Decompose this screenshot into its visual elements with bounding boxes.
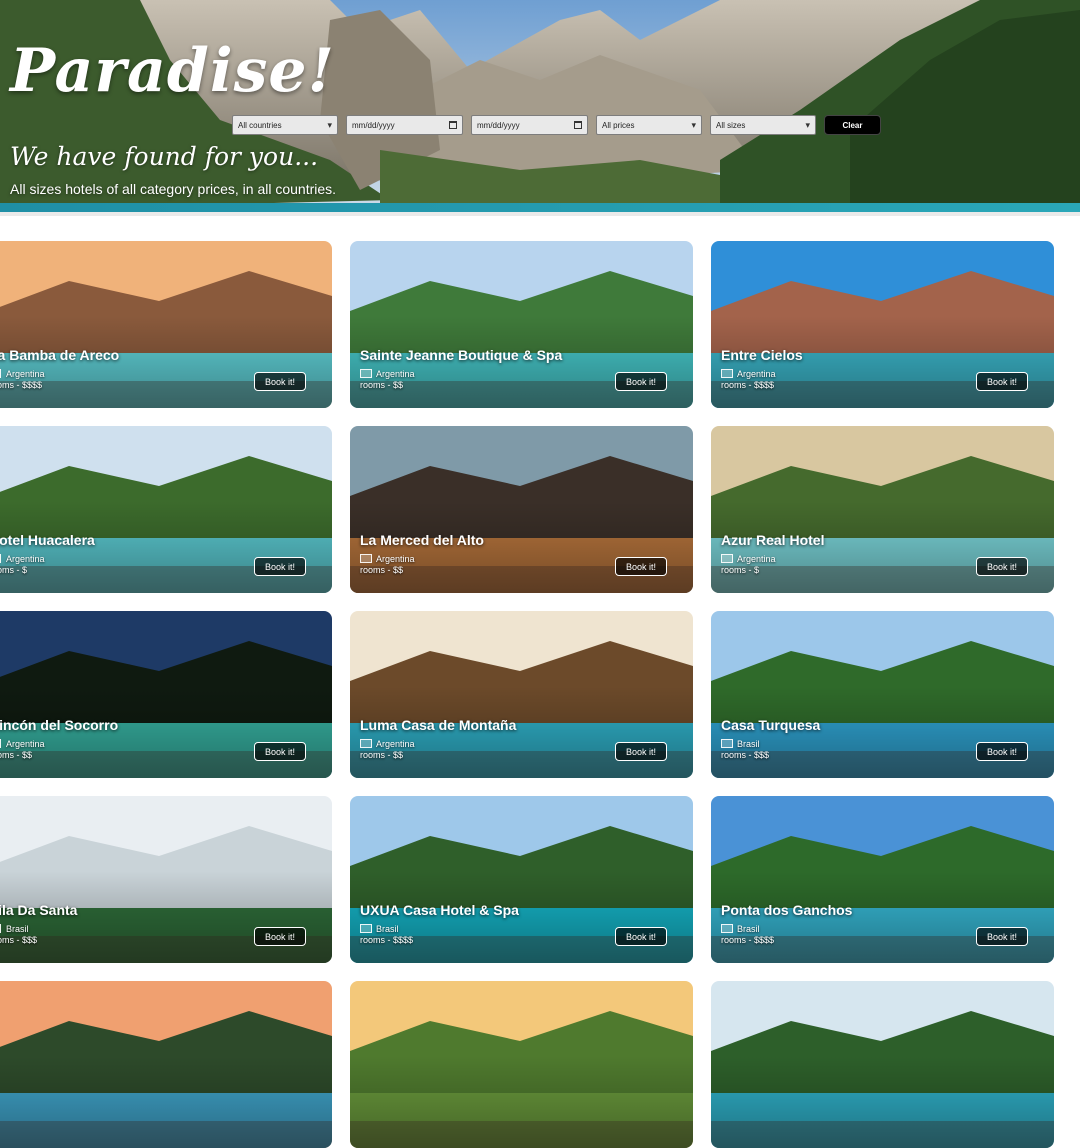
hotel-rooms-price: rooms - $$ (0, 750, 33, 760)
size-select[interactable]: All sizes ▾ (710, 115, 816, 135)
hotel-card[interactable]: Sainte Jeanne Boutique & Spa Argentina roo… (350, 241, 693, 408)
book-it-button[interactable]: Book it! (254, 927, 306, 946)
hotel-country: Argentina (376, 554, 415, 564)
photo-overlay (0, 981, 332, 1148)
hotel-rooms-price: rooms - $$$$ (721, 380, 775, 390)
flag-icon (0, 924, 1, 933)
hotel-card[interactable]: Vila Da Santa Brasilrooms - $$$ Book it! (0, 796, 332, 963)
hotel-rooms-price: rooms - $$$ (721, 750, 770, 760)
hotel-name: Casa Turquesa (721, 717, 821, 733)
country-select[interactable]: All countries ▾ (232, 115, 338, 135)
hotel-country: Brasil (737, 739, 760, 749)
flag-icon (360, 739, 372, 748)
book-it-button[interactable]: Book it! (615, 557, 667, 576)
book-it-button[interactable]: Book it! (976, 557, 1028, 576)
hotel-rooms-price: rooms - $$ (360, 380, 404, 390)
date-to-input[interactable]: mm/dd/yyyy (471, 115, 588, 135)
hotel-name: UXUA Casa Hotel & Spa (360, 902, 519, 918)
hotel-card[interactable]: UXUA Casa Hotel & Spa Brasil rooms - $$$$ B… (350, 796, 693, 963)
hotel-country: Brasil (6, 924, 29, 934)
book-it-button[interactable]: Book it! (976, 742, 1028, 761)
hotel-rooms-price: rooms - $$ (360, 750, 404, 760)
chevron-down-icon: ▾ (691, 119, 696, 130)
hotel-rooms-price: rooms - $ (721, 565, 760, 575)
flag-icon (721, 369, 733, 378)
hotel-card[interactable]: Rincón del Socorro Argentinarooms - $$ Boo… (0, 611, 332, 778)
photo-overlay (711, 981, 1054, 1148)
hotel-country: Argentina (737, 369, 776, 379)
hotel-country: Argentina (6, 554, 45, 564)
hotel-card[interactable] (0, 981, 332, 1148)
calendar-icon[interactable] (449, 121, 457, 129)
flag-icon (0, 739, 1, 748)
book-it-button[interactable]: Book it! (254, 372, 306, 391)
flag-icon (360, 554, 372, 563)
hero-subtitle: We have found for you... (10, 142, 319, 171)
country-select-value: All countries (238, 120, 282, 130)
photo-overlay (350, 981, 693, 1148)
hotel-rooms-price: rooms - $$$$ (721, 935, 775, 945)
hotel-rooms-price: rooms - $$ (360, 565, 404, 575)
book-it-button[interactable]: Book it! (976, 372, 1028, 391)
price-select-value: All prices (602, 120, 635, 130)
hotel-name: Hotel Huacalera (0, 532, 95, 548)
hotel-name: Rincón del Socorro (0, 717, 119, 733)
brand-logo-text: Paradise! (10, 36, 335, 106)
hotel-country: Argentina (6, 369, 45, 379)
book-it-button[interactable]: Book it! (615, 742, 667, 761)
clear-filters-button[interactable]: Clear (824, 115, 881, 135)
flag-icon (360, 924, 372, 933)
flag-icon (0, 554, 1, 563)
hotel-name: Azur Real Hotel (721, 532, 825, 548)
book-it-button[interactable]: Book it! (976, 927, 1028, 946)
price-select[interactable]: All prices ▾ (596, 115, 702, 135)
hotel-name: Ponta dos Ganchos (721, 902, 853, 918)
book-it-button[interactable]: Book it! (615, 372, 667, 391)
date-to-placeholder: mm/dd/yyyy (477, 120, 520, 130)
hotel-card[interactable]: Hotel Huacalera Argentinarooms - $ Book it… (0, 426, 332, 593)
date-from-placeholder: mm/dd/yyyy (352, 120, 395, 130)
hotel-country: Argentina (376, 369, 415, 379)
chevron-down-icon: ▾ (805, 119, 810, 130)
hotel-name: Entre Cielos (721, 347, 803, 363)
hotel-rooms-price: rooms - $$$$ (360, 935, 414, 945)
hotel-card[interactable]: Azur Real Hotel Argentina rooms - $ Book it… (711, 426, 1054, 593)
hotel-name: La Merced del Alto (360, 532, 484, 548)
date-from-input[interactable]: mm/dd/yyyy (346, 115, 463, 135)
hotel-card[interactable]: Entre Cielos Argentina rooms - $$$$ Book it… (711, 241, 1054, 408)
hotel-rooms-price: rooms - $$$$ (0, 380, 43, 390)
hotel-card[interactable] (350, 981, 693, 1148)
flag-icon (360, 369, 372, 378)
hotel-rooms-price: rooms - $$$ (0, 935, 38, 945)
flag-icon (721, 554, 733, 563)
flag-icon (0, 369, 1, 378)
hotel-country: Argentina (376, 739, 415, 749)
hotel-country: Brasil (376, 924, 399, 934)
flag-icon (721, 739, 733, 748)
hotel-card[interactable]: Luma Casa de Montaña Argentina rooms - $$ B… (350, 611, 693, 778)
filter-bar: All countries ▾ mm/dd/yyyy mm/dd/yyyy Al… (232, 115, 881, 135)
book-it-button[interactable]: Book it! (254, 742, 306, 761)
hotel-card[interactable]: La Bamba de Areco Argentinarooms - $$$$ Bo… (0, 241, 332, 408)
hero-tagline: All sizes hotels of all category prices,… (10, 181, 337, 197)
hero-banner: Paradise! All countries ▾ mm/dd/yyyy mm/… (0, 0, 1080, 216)
hotel-card[interactable]: La Merced del Alto Argentina rooms - $$ Boo… (350, 426, 693, 593)
hotel-country: Argentina (737, 554, 776, 564)
hotel-card[interactable]: Casa Turquesa Brasil rooms - $$$ Book it! (711, 611, 1054, 778)
hotel-card[interactable] (711, 981, 1054, 1148)
hotel-name: La Bamba de Areco (0, 347, 120, 363)
hotel-name: Sainte Jeanne Boutique & Spa (360, 347, 563, 363)
book-it-button[interactable]: Book it! (254, 557, 306, 576)
hotel-country: Brasil (737, 924, 760, 934)
hotel-rooms-price: rooms - $ (0, 565, 28, 575)
hotel-name: Vila Da Santa (0, 902, 78, 918)
hotel-card[interactable]: Ponta dos Ganchos Brasil rooms - $$$$ Book … (711, 796, 1054, 963)
size-select-value: All sizes (716, 120, 746, 130)
flag-icon (721, 924, 733, 933)
calendar-icon[interactable] (574, 121, 582, 129)
hotel-country: Argentina (6, 739, 45, 749)
hotel-name: Luma Casa de Montaña (360, 717, 517, 733)
book-it-button[interactable]: Book it! (615, 927, 667, 946)
chevron-down-icon: ▾ (327, 119, 332, 130)
